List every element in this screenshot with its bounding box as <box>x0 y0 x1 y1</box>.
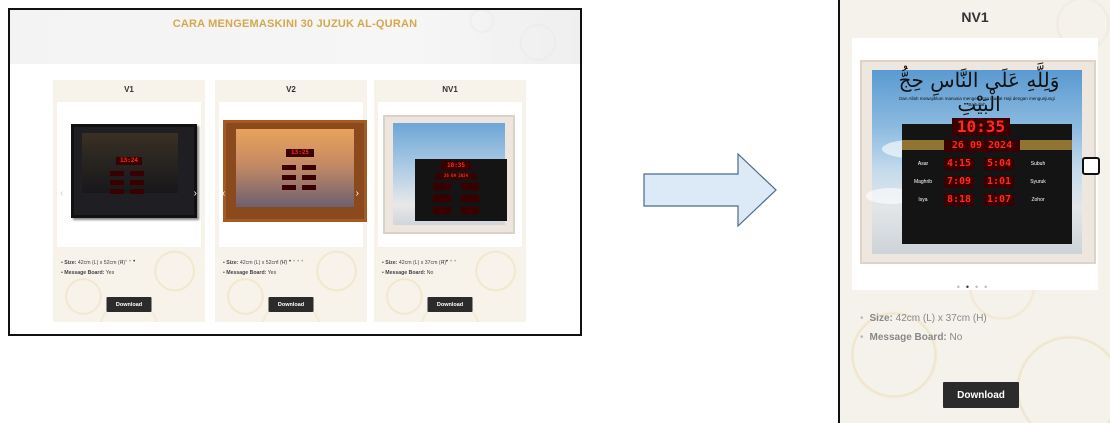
prayer-time: 7:09 <box>944 176 974 188</box>
card-specs: • Size: 42cm (L) x 37cm (H) • Message Bo… <box>382 260 447 276</box>
right-arrow-icon <box>643 152 777 228</box>
led-block <box>302 175 316 180</box>
card-specs: • Size: 42cm (L) x 52cm (H) • Message Bo… <box>223 260 288 276</box>
download-button-v1[interactable]: Download <box>106 297 152 312</box>
led-block <box>110 189 124 194</box>
carousel-dot[interactable]: • <box>975 282 984 292</box>
page-title: CARA MENGEMASKINI 30 JUZUK AL-QURAN <box>172 18 418 30</box>
carousel-dot-active[interactable]: • <box>966 282 975 292</box>
product-specs: • Size: 42cm (L) x 37cm (H) • Message Boar… <box>860 309 987 347</box>
led-block <box>461 183 479 190</box>
product-card-v2: V2 13:25 ‹ › ••••••• • Size: 42cm (L) x … <box>215 80 367 322</box>
led-block <box>433 195 451 202</box>
prayer-time: 8:18 <box>944 194 974 206</box>
led-time: 10:35 <box>441 161 471 170</box>
product-title: NV1 <box>961 9 989 25</box>
product-card-nv1: NV1 10:35 26 09 2024 •••• • Size: 42cm (… <box>374 80 526 322</box>
card-title: V1 <box>124 85 134 94</box>
led-date: 26 09 2024 <box>944 140 1020 152</box>
verse-caption: Dan Allah mewajibkan manusia mengerjakan… <box>899 96 1055 107</box>
card-image[interactable]: 13:25 ‹ › ••••••• <box>219 102 367 265</box>
card-specs: • Size: 42cm (L) x 52cm (H) • Message Bo… <box>61 260 126 276</box>
download-button[interactable]: Download <box>943 382 1019 408</box>
led-block <box>110 180 124 185</box>
led-block <box>302 185 316 190</box>
led-block <box>110 171 124 176</box>
prayer-time: 5:04 <box>984 158 1014 170</box>
spec-size: • Size: 42cm (L) x 37cm (H) <box>860 313 987 324</box>
prayer-label: Maghrib <box>913 179 933 185</box>
prayer-label: Syuruk <box>1030 179 1046 185</box>
clock-nv1-image: 10:35 26 09 2024 <box>383 115 515 234</box>
card-title: NV1 <box>442 85 458 94</box>
clock-v2-image: 13:25 <box>223 120 367 222</box>
right-zoom-panel: NV1 وَلِلَّهِ عَلَى النَّاسِ حِجُّ الْبَ… <box>838 0 1110 423</box>
carousel-next-icon[interactable]: › <box>194 188 197 199</box>
prayer-time: 1:07 <box>984 194 1014 206</box>
carousel-prev-icon[interactable]: ‹ <box>222 188 225 199</box>
prayer-label: Isya <box>918 197 928 203</box>
arrow-shape <box>643 152 777 228</box>
led-block <box>282 165 296 170</box>
led-time: 13:24 <box>116 157 142 165</box>
header-banner: CARA MENGEMASKINI 30 JUZUK AL-QURAN <box>10 10 580 64</box>
led-block <box>130 171 144 176</box>
carousel-next-icon[interactable]: › <box>356 188 359 199</box>
led-block <box>282 185 296 190</box>
carousel-prev-icon[interactable]: ‹ <box>60 188 63 199</box>
prayer-time: 1:01 <box>984 176 1014 188</box>
card-image[interactable]: 10:35 26 09 2024 •••• <box>378 102 522 265</box>
product-image[interactable]: وَلِلَّهِ عَلَى النَّاسِ حِجُّ الْبَيْتِ… <box>852 38 1098 290</box>
prayer-label: Zohor <box>1031 197 1045 203</box>
led-date: 26 09 2024 <box>435 173 477 179</box>
card-image[interactable]: 13:24 ‹ › •••• <box>57 102 201 265</box>
left-screenshot: CARA MENGEMASKINI 30 JUZUK AL-QURAN V1 1… <box>8 8 582 336</box>
led-block <box>433 207 451 214</box>
card-title: V2 <box>286 85 296 94</box>
prayer-time: 4:15 <box>944 158 974 170</box>
clock-frame: وَلِلَّهِ عَلَى النَّاسِ حِجُّ الْبَيْتِ… <box>860 60 1096 264</box>
led-block <box>433 183 451 190</box>
led-block <box>130 180 144 185</box>
carousel-dot[interactable]: • <box>984 282 993 292</box>
clock-v1-image: 13:24 <box>71 124 197 218</box>
led-time: 10:35 <box>952 118 1010 136</box>
product-card-v1: V1 13:24 ‹ › •••• • Size: 42cm (L) x 52c… <box>53 80 205 322</box>
led-block <box>282 175 296 180</box>
prayer-label: Asar <box>917 161 929 167</box>
arabic-verse: وَلِلَّهِ عَلَى النَّاسِ حِجُّ الْبَيْتِ <box>898 68 1060 116</box>
prayer-label: Subuh <box>1030 161 1046 167</box>
led-block <box>130 189 144 194</box>
carousel-dot[interactable]: • <box>957 282 966 292</box>
carousel-dots[interactable]: •••• <box>840 282 1110 292</box>
led-block <box>302 165 316 170</box>
led-time: 13:25 <box>286 149 314 157</box>
carousel-next-button[interactable] <box>1082 157 1100 175</box>
spec-message-board: • Message Board: No <box>860 332 963 343</box>
download-button-v2[interactable]: Download <box>268 297 314 312</box>
led-block <box>461 207 479 214</box>
download-button-nv1[interactable]: Download <box>427 297 473 312</box>
led-block <box>461 195 479 202</box>
